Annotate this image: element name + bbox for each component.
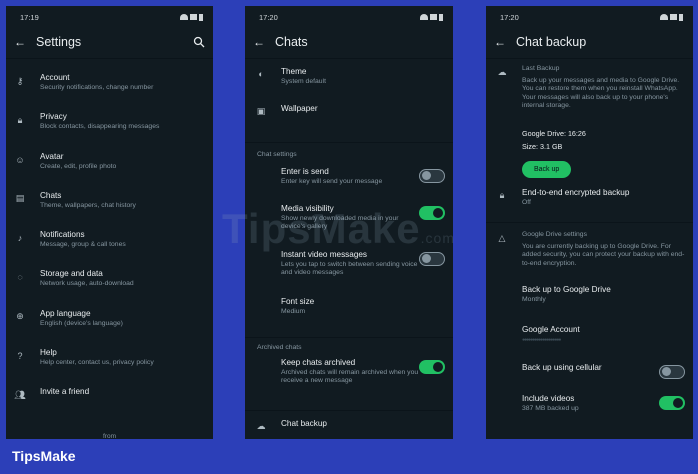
- settings-item-account[interactable]: ⚷ Account Security notifications, change …: [6, 73, 213, 112]
- enter-is-send-row[interactable]: Enter is send Enter key will send your me…: [245, 167, 453, 204]
- e2e-backup-row[interactable]: 🔒︎ End-to-end encrypted backup Off: [486, 186, 693, 220]
- back-arrow-icon[interactable]: ←: [14, 35, 26, 49]
- google-account-row[interactable]: Google Account ●●●●●●●●●●●●●●●●●●●: [486, 325, 693, 363]
- include-videos-toggle[interactable]: [659, 396, 685, 410]
- wifi-icon: [420, 14, 428, 20]
- settings-screen: 17:19 ← Settings ⚷ Account Security notif…: [6, 6, 213, 439]
- battery-icon: [679, 13, 683, 21]
- battery-icon: [199, 13, 203, 21]
- app-bar: ← Settings: [6, 28, 213, 56]
- gdrive-settings-section: △ Google Drive settings You are currently…: [486, 231, 693, 285]
- app-bar: ← Chats: [245, 28, 453, 56]
- chats-screen: 17:20 ← Chats ◐ Theme System default ▣ Wa…: [245, 6, 453, 439]
- battery-icon: [439, 13, 443, 21]
- theme-row[interactable]: ◐ Theme System default: [245, 67, 453, 104]
- media-visibility-row[interactable]: Media visibility Show newly downloaded me…: [245, 204, 453, 250]
- cellular-row[interactable]: Back up using cellular: [486, 363, 693, 394]
- status-bar: 17:19: [6, 6, 213, 28]
- chat-backup-screen: 17:20 ← Chat backup ☁ Last Backup Back up…: [486, 6, 693, 439]
- chat-settings-header: Chat settings: [257, 151, 297, 158]
- settings-item-invite[interactable]: 👥︎ Invite a friend: [6, 387, 213, 426]
- storage-icon: ◌: [17, 272, 23, 283]
- page-title: Settings: [36, 35, 82, 49]
- back-arrow-icon[interactable]: ←: [253, 35, 265, 49]
- settings-item-help[interactable]: ? Help Help center, contact us, privacy p…: [6, 348, 213, 387]
- brand-logo: TipsMake: [12, 448, 76, 464]
- page-title: Chat backup: [516, 35, 587, 49]
- google-drive-icon: △: [498, 232, 506, 243]
- page-title: Chats: [275, 35, 308, 49]
- signal-icon: [670, 14, 677, 20]
- signal-icon: [430, 14, 437, 20]
- enter-is-send-toggle[interactable]: [419, 169, 445, 183]
- keep-archived-row[interactable]: Keep chats archived Archived chats will r…: [245, 358, 453, 408]
- size-row: Size: 3.1 GB: [522, 142, 563, 151]
- chat-icon: ▤: [15, 193, 25, 204]
- settings-item-privacy[interactable]: 🔒︎ Privacy Block contacts, disappearing m…: [6, 112, 213, 151]
- archived-chats-header: Archived chats: [257, 344, 302, 351]
- back-up-button[interactable]: Back up: [522, 161, 572, 178]
- instant-video-toggle[interactable]: [419, 252, 445, 266]
- lock-icon: 🔒︎: [17, 114, 23, 125]
- backup-to-gdrive-row[interactable]: Back up to Google Drive Monthly: [486, 285, 693, 325]
- gdrive-time-row: Google Drive: 16:26: [522, 129, 586, 138]
- app-bar: ← Chat backup: [486, 28, 693, 56]
- avatar-icon: ☺: [15, 154, 25, 165]
- chat-backup-row[interactable]: ☁ Chat backup: [245, 419, 453, 439]
- lock-icon: 🔒︎: [499, 189, 505, 200]
- wifi-icon: [180, 14, 188, 20]
- help-icon: ?: [17, 351, 23, 362]
- wifi-icon: [660, 14, 668, 20]
- include-videos-row[interactable]: Include videos 387 MB backed up: [486, 394, 693, 424]
- font-size-row[interactable]: Font size Medium: [245, 297, 453, 335]
- back-arrow-icon[interactable]: ←: [494, 35, 506, 49]
- cloud-upload-icon: ☁: [497, 66, 507, 77]
- theme-icon: ◐: [258, 69, 264, 79]
- people-icon: 👥︎: [14, 389, 26, 400]
- signal-icon: [190, 14, 197, 20]
- from-label: from: [103, 432, 116, 439]
- keep-archived-toggle[interactable]: [419, 360, 445, 374]
- settings-item-chats[interactable]: ▤ Chats Theme, wallpapers, chat history: [6, 191, 213, 230]
- cloud-upload-icon: ☁: [256, 420, 266, 431]
- settings-item-notifications[interactable]: ♪ Notifications Message, group & call ton…: [6, 230, 213, 269]
- settings-item-avatar[interactable]: ☺ Avatar Create, edit, profile photo: [6, 152, 213, 191]
- instant-video-row[interactable]: Instant video messages Lets you tap to sw…: [245, 250, 453, 297]
- media-visibility-toggle[interactable]: [419, 206, 445, 220]
- cellular-toggle[interactable]: [659, 365, 685, 379]
- status-bar: 17:20: [245, 6, 453, 28]
- status-time: 17:20: [259, 12, 278, 22]
- status-time: 17:19: [20, 12, 39, 22]
- key-icon: ⚷: [16, 75, 24, 86]
- bell-icon: ♪: [17, 233, 23, 244]
- wallpaper-icon: ▣: [256, 105, 266, 116]
- last-backup-section: ☁ Last Backup Back up your messages and m…: [497, 65, 680, 109]
- settings-item-language[interactable]: ⊕ App language English (device's language…: [6, 309, 213, 348]
- search-icon[interactable]: [193, 36, 205, 48]
- settings-item-storage[interactable]: ◌ Storage and data Network usage, auto-do…: [6, 269, 213, 308]
- globe-icon: ⊕: [16, 311, 24, 322]
- status-bar: 17:20: [486, 6, 693, 28]
- wallpaper-row[interactable]: ▣ Wallpaper: [245, 104, 453, 140]
- status-time: 17:20: [500, 12, 519, 22]
